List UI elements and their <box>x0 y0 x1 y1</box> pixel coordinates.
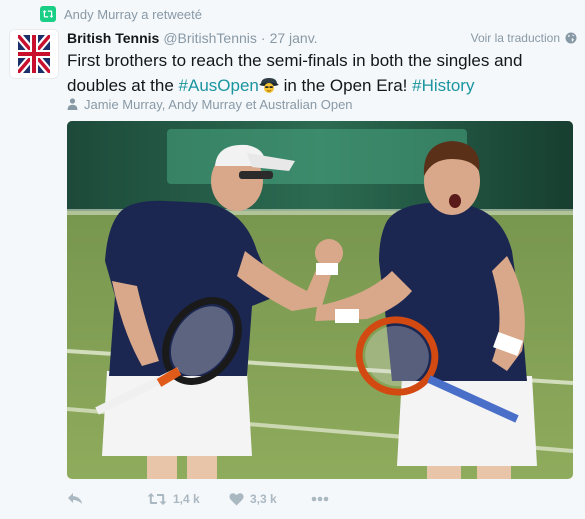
tweet-text: First brothers to reach the semi-finals … <box>67 48 572 101</box>
tweet-date[interactable]: 27 janv. <box>270 30 318 46</box>
retweet-context: Andy Murray a retweeté <box>40 4 202 24</box>
author-avatar[interactable] <box>10 30 58 78</box>
person-icon <box>67 98 78 110</box>
reply-icon <box>68 493 82 504</box>
hashtag-ausopen[interactable]: #AusOpen <box>179 76 259 95</box>
tweet: Andy Murray a retweeté British Tennis @B… <box>0 0 585 519</box>
like-count: 3,3 k <box>250 492 277 506</box>
retweet-icon <box>147 493 167 505</box>
heart-icon <box>229 493 244 506</box>
translate-label: Voir la traduction <box>470 31 560 45</box>
retweet-count: 1,4 k <box>173 492 200 506</box>
like-button[interactable]: 3,3 k <box>229 492 311 506</box>
retweet-button[interactable]: 1,4 k <box>147 492 229 506</box>
hashtag-history[interactable]: #History <box>412 76 474 95</box>
tennis-players-photo <box>67 121 573 479</box>
tweet-header: British Tennis @BritishTennis · 27 janv.… <box>67 28 577 48</box>
tweet-actions: 1,4 k 3,3 k <box>67 488 329 510</box>
author-name[interactable]: British Tennis <box>67 30 159 46</box>
tagged-users[interactable]: Jamie Murray, Andy Murray et Australian … <box>67 95 353 113</box>
tagged-users-label: Jamie Murray, Andy Murray et Australian … <box>84 96 353 112</box>
retweet-icon <box>40 6 56 22</box>
more-button[interactable] <box>311 496 329 502</box>
separator: · <box>260 30 266 46</box>
translate-link[interactable]: Voir la traduction <box>471 31 577 45</box>
tweet-photo[interactable] <box>67 121 573 479</box>
tweet-text-part2: in the Open Era! <box>278 76 413 95</box>
retweet-context-label[interactable]: Andy Murray a retweeté <box>64 7 202 22</box>
union-jack-logo <box>10 30 58 78</box>
author-handle[interactable]: @BritishTennis <box>163 30 257 46</box>
reply-button[interactable] <box>67 492 147 506</box>
globe-icon <box>565 32 577 44</box>
more-icon <box>311 496 329 502</box>
